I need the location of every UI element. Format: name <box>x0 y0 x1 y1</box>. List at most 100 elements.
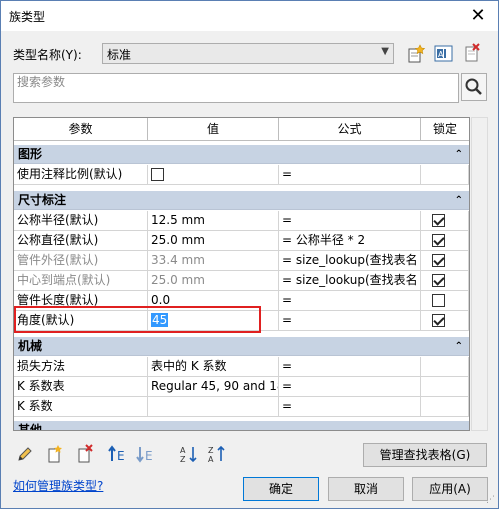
new-parameter-icon[interactable] <box>45 444 65 464</box>
rename-type-icon[interactable]: A <box>433 43 455 65</box>
lock-cell <box>421 165 469 185</box>
value-cell[interactable] <box>148 397 279 417</box>
resize-grip-icon[interactable]: ⋰ <box>486 495 495 505</box>
svg-text:E: E <box>117 449 125 463</box>
value-cell[interactable]: 25.0 mm <box>148 231 279 251</box>
sort-descending-icon[interactable]: ZA <box>207 444 227 464</box>
ok-button[interactable]: 确定 <box>243 477 319 501</box>
search-input[interactable] <box>17 74 457 90</box>
param-name: 管件外径(默认) <box>14 251 148 271</box>
value-cell[interactable]: Regular 45, 90 and 18 <box>148 377 279 397</box>
delete-type-icon[interactable] <box>461 43 483 65</box>
lock-cell[interactable] <box>421 231 469 251</box>
value-cell[interactable]: 33.4 mm <box>148 251 279 271</box>
table-row[interactable]: 公称半径(默认) 12.5 mm = <box>14 211 469 231</box>
type-name-label: 类型名称(Y): <box>13 48 82 62</box>
window-title: 族类型 <box>9 10 46 24</box>
collapse-icon[interactable]: ⌃ <box>455 145 463 164</box>
lock-checkbox[interactable] <box>432 214 445 227</box>
param-name: 中心到端点(默认) <box>14 271 148 291</box>
group-graphics[interactable]: 图形 ⌃ <box>14 145 469 164</box>
formula-cell[interactable]: = 公称半径 * 2 <box>279 231 421 251</box>
group-mechanical[interactable]: 机械 ⌃ <box>14 337 469 356</box>
lock-cell[interactable] <box>421 211 469 231</box>
table-row[interactable]: K 系数 = <box>14 397 469 417</box>
group-label: 其他 <box>18 423 43 431</box>
formula-cell[interactable]: = <box>279 165 421 185</box>
value-cell[interactable] <box>148 165 279 185</box>
table-row[interactable]: K 系数表 Regular 45, 90 and 18 = <box>14 377 469 397</box>
value-cell[interactable]: 表中的 K 系数 <box>148 357 279 377</box>
close-icon[interactable]: ✕ <box>468 5 488 26</box>
formula-cell[interactable]: = <box>279 291 421 311</box>
lock-checkbox[interactable] <box>432 314 445 327</box>
param-name: K 系数 <box>14 397 148 417</box>
lock-cell[interactable] <box>421 291 469 311</box>
move-down-icon[interactable]: E <box>135 444 155 464</box>
lock-cell[interactable] <box>421 311 469 331</box>
lock-checkbox[interactable] <box>432 254 445 267</box>
value-checkbox[interactable] <box>151 168 164 181</box>
group-dimensions[interactable]: 尺寸标注 ⌃ <box>14 191 469 210</box>
title-bar[interactable]: 族类型 ✕ <box>1 1 498 31</box>
lock-cell[interactable] <box>421 251 469 271</box>
formula-cell[interactable]: = <box>279 211 421 231</box>
cancel-button[interactable]: 取消 <box>328 477 404 501</box>
svg-text:A: A <box>438 50 444 59</box>
lock-cell[interactable] <box>421 271 469 291</box>
svg-text:E: E <box>145 449 153 463</box>
table-row[interactable]: 公称直径(默认) 25.0 mm = 公称半径 * 2 <box>14 231 469 251</box>
lock-cell <box>421 397 469 417</box>
group-label: 机械 <box>18 339 43 353</box>
lock-cell <box>421 357 469 377</box>
grid-scrollbar[interactable] <box>471 117 488 431</box>
formula-cell[interactable]: = size_lookup(查找表名 <box>279 271 421 291</box>
help-link[interactable]: 如何管理族类型? <box>13 477 103 494</box>
new-type-icon[interactable] <box>405 43 427 65</box>
column-header-lock[interactable]: 锁定 <box>421 118 469 141</box>
table-row[interactable]: 中心到端点(默认) 25.0 mm = size_lookup(查找表名 <box>14 271 469 291</box>
type-name-select[interactable]: 标准 ▼ <box>102 43 394 64</box>
param-name: 公称直径(默认) <box>14 231 148 251</box>
column-header-value[interactable]: 值 <box>148 118 279 141</box>
svg-text:Z: Z <box>180 455 186 464</box>
lock-checkbox[interactable] <box>432 294 445 307</box>
param-name: 损失方法 <box>14 357 148 377</box>
column-header-formula[interactable]: 公式 <box>279 118 421 141</box>
group-other[interactable]: 其他 <box>14 421 469 431</box>
formula-cell[interactable]: = <box>279 357 421 377</box>
manage-lookup-tables-button[interactable]: 管理查找表格(G) <box>363 443 487 467</box>
parameter-grid: 参数 值 公式 锁定 图形 ⌃ 使用注释比例(默认) = 尺寸标注 ⌃ 公称半径… <box>13 117 470 431</box>
search-box[interactable] <box>13 73 459 103</box>
sort-ascending-icon[interactable]: AZ <box>179 444 199 464</box>
apply-button[interactable]: 应用(A) <box>412 477 488 501</box>
column-header-parameter[interactable]: 参数 <box>14 118 148 141</box>
family-types-dialog: 族类型 ✕ 类型名称(Y): 标准 ▼ A 搜索参数 参数 值 公式 锁定 图形… <box>0 0 499 509</box>
collapse-icon[interactable]: ⌃ <box>455 191 463 210</box>
lock-checkbox[interactable] <box>432 234 445 247</box>
formula-cell[interactable]: = <box>279 377 421 397</box>
collapse-icon[interactable]: ⌃ <box>455 337 463 356</box>
param-name: 公称半径(默认) <box>14 211 148 231</box>
formula-cell[interactable]: = size_lookup(查找表名 <box>279 251 421 271</box>
type-name-value: 标准 <box>107 48 132 62</box>
group-label: 图形 <box>18 147 43 161</box>
table-row[interactable]: 管件外径(默认) 33.4 mm = size_lookup(查找表名 <box>14 251 469 271</box>
table-row[interactable]: 使用注释比例(默认) = <box>14 165 469 185</box>
delete-parameter-icon[interactable] <box>75 444 95 464</box>
formula-cell[interactable]: = <box>279 311 421 331</box>
svg-text:A: A <box>208 455 214 464</box>
value-cell[interactable]: 12.5 mm <box>148 211 279 231</box>
svg-text:Z: Z <box>208 446 214 455</box>
table-row[interactable]: 损失方法 表中的 K 系数 = <box>14 357 469 377</box>
highlight-box <box>14 306 261 333</box>
search-icon <box>465 78 482 95</box>
lock-checkbox[interactable] <box>432 274 445 287</box>
move-up-icon[interactable]: E <box>107 444 127 464</box>
search-button[interactable] <box>461 73 487 101</box>
pencil-icon[interactable] <box>15 444 35 464</box>
lock-cell <box>421 377 469 397</box>
value-cell[interactable]: 25.0 mm <box>148 271 279 291</box>
param-name: 使用注释比例(默认) <box>14 165 148 185</box>
formula-cell[interactable]: = <box>279 397 421 417</box>
